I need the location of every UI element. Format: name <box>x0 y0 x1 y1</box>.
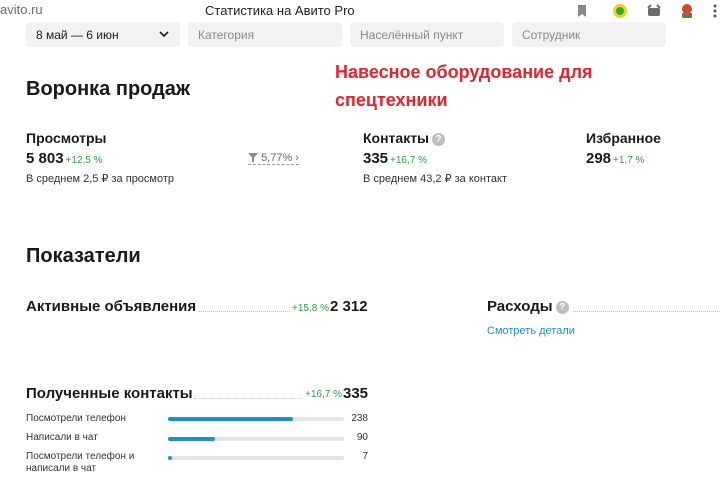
bar-fill-phone <box>168 417 294 421</box>
date-range-select[interactable]: 8 май — 6 июн <box>26 22 180 47</box>
bar-fill-phone-and-chat <box>168 456 172 460</box>
favorites-label: Избранное <box>586 130 661 146</box>
city-placeholder: Населённый пункт <box>360 28 464 42</box>
conversion-value: 5,77% › <box>261 152 299 164</box>
address-url[interactable]: avito.ru <box>0 2 43 17</box>
contacts-metric: 335 +16,7 % <box>363 150 427 167</box>
bar-fill-chat <box>168 437 216 441</box>
extension-green-icon[interactable] <box>611 2 629 20</box>
menu-icon[interactable] <box>706 2 720 20</box>
chevron-down-icon <box>159 31 169 38</box>
active-ads-label: Активные объявления <box>26 298 197 315</box>
contacts-delta: +16,7 % <box>390 155 428 166</box>
contacts-note: В среднем 43,2 ₽ за контакт <box>363 173 507 185</box>
bar-label-phone: Посмотрели телефон <box>26 413 126 424</box>
contacts-label: Контакты <box>363 130 430 146</box>
views-note: В среднем 2,5 ₽ за просмотр <box>26 173 175 185</box>
category-annotation: Навесное оборудование для спецтехники <box>335 58 635 114</box>
views-metric: 5 803 +12,5 % <box>26 150 103 167</box>
received-contacts-value: 335 <box>343 385 369 402</box>
page-tab-title: Статистика на Авито Pro <box>205 3 355 18</box>
indicators-title: Показатели <box>26 245 141 267</box>
views-label: Просмотры <box>26 130 107 146</box>
expenses-leader <box>573 311 720 312</box>
received-contacts-label: Полученные контакты <box>26 385 193 402</box>
date-range-value: 8 май — 6 июн <box>36 28 119 42</box>
expenses-help-icon[interactable]: ? <box>555 301 569 314</box>
favorites-value: 298 <box>586 150 612 167</box>
contacts-value: 335 <box>363 150 389 167</box>
category-select[interactable]: Категория <box>188 22 342 47</box>
employee-placeholder: Сотрудник <box>522 28 581 42</box>
bookmark-icon[interactable] <box>573 2 591 20</box>
bar-label-chat: Написали в чат <box>26 432 98 443</box>
city-select[interactable]: Населённый пункт <box>350 22 504 47</box>
expenses-label: Расходы <box>487 298 553 315</box>
help-icon[interactable]: ? <box>432 133 446 146</box>
bar-value-phone: 238 <box>351 413 368 424</box>
received-contacts-leader <box>194 398 302 399</box>
received-contacts-delta: +16,7 % <box>305 389 342 400</box>
annotation-line-1: Навесное оборудование для <box>335 62 593 82</box>
funnel-title: Воронка продаж <box>26 78 191 100</box>
active-ads-value: 2 312 <box>330 298 368 315</box>
bar-value-chat: 90 <box>356 432 368 443</box>
bar-track-phone-and-chat <box>168 456 344 460</box>
extension-avatar-icon[interactable] <box>678 2 696 20</box>
favorites-delta: +1,7 % <box>613 155 645 166</box>
category-placeholder: Категория <box>198 28 255 42</box>
views-delta: +12,5 % <box>65 155 103 166</box>
bar-track-chat <box>168 437 344 441</box>
active-ads-leader <box>198 311 290 312</box>
browser-bar: avito.ru Статистика на Авито Pro <box>0 0 720 22</box>
views-value: 5 803 <box>26 150 64 167</box>
contacts-label-row: Контакты? <box>363 130 446 146</box>
conversion-link[interactable]: 5,77% › <box>248 152 299 165</box>
bar-value-phone-and-chat: 7 <box>362 451 368 462</box>
extension-gear-icon[interactable] <box>645 2 663 20</box>
bar-label-phone-and-chat: Посмотрели телефон и написали в чат <box>26 451 135 474</box>
expenses-details-link[interactable]: Смотреть детали <box>487 325 575 337</box>
funnel-icon <box>248 153 258 162</box>
bar-track-phone <box>168 417 344 421</box>
employee-select[interactable]: Сотрудник <box>512 22 666 47</box>
expenses-label-row: Расходы? <box>487 298 569 315</box>
favorites-metric: 298 +1,7 % <box>586 150 644 167</box>
annotation-line-2: спецтехники <box>335 90 448 110</box>
active-ads-delta: +15,8 % <box>292 303 329 314</box>
